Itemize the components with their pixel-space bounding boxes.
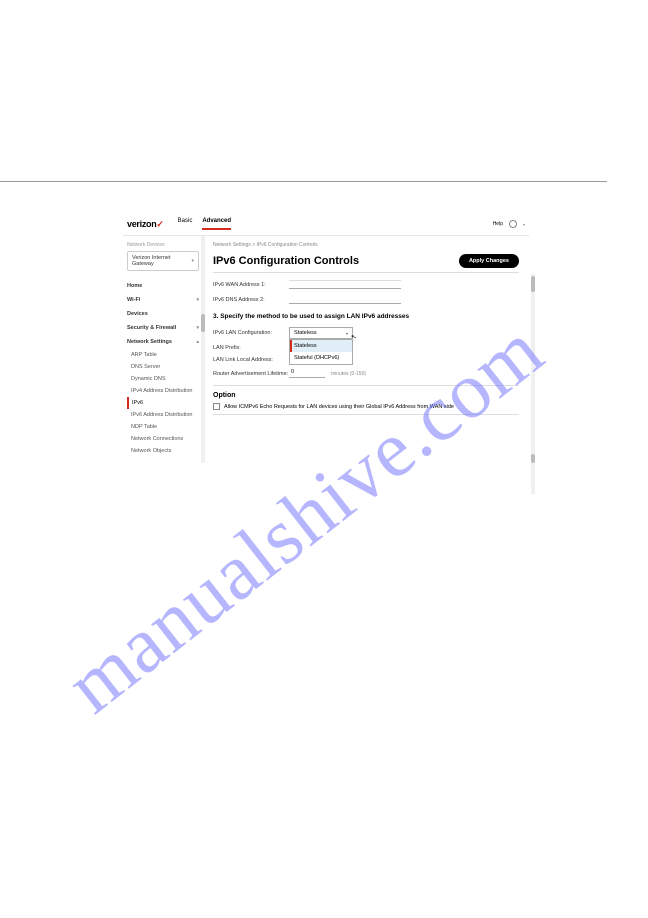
sidebar-sub-ipv4[interactable]: IPv4 Address Distribution [127,385,199,397]
header-tabs: Basic Advanced [178,218,231,230]
dropdown-opt-stateful[interactable]: Stateful (DHCPv6) [290,352,352,364]
sidebar: Network Devices Verizon Internet Gateway… [123,236,203,463]
dropdown-value: Stateless [294,330,317,336]
tab-advanced[interactable]: Advanced [202,218,231,230]
main-content: Network Settings > IPv6 Configuration Co… [203,236,529,463]
sidebar-item-home[interactable]: Home [127,279,199,293]
sidebar-section-label: Network Devices [127,242,199,248]
apply-changes-button[interactable]: Apply Changes [459,254,519,268]
router-admin-screenshot: verizon✓ Basic Advanced Help ▾ Network D… [123,218,529,498]
row-ipv6-addr2: IPv6 DNS Address 2: [213,292,519,307]
page-title: IPv6 Configuration Controls [213,255,359,267]
main-scroll-thumb[interactable] [531,276,535,292]
sidebar-item-network[interactable]: Network Settings▴ [127,335,199,349]
row-lan-config: IPv6 LAN Configuration: Stateless ▾ ↖ St… [213,324,519,342]
router-header: verizon✓ Basic Advanced Help ▾ [123,218,529,236]
divider [213,272,519,273]
breadcrumb: Network Settings > IPv6 Configuration Co… [213,242,519,248]
label-addr1: IPv6 WAN Address 1: [213,282,289,288]
chevron-down-icon: ▾ [346,331,348,336]
lan-config-dropdown[interactable]: Stateless ▾ ↖ Stateless Stateful (DHCPv6… [289,327,353,339]
option-checkbox[interactable] [213,403,220,410]
router-body: Network Devices Verizon Internet Gateway… [123,236,529,463]
sidebar-sub-dns[interactable]: DNS Server [127,361,199,373]
chevron-up-icon: ▴ [196,339,199,345]
chevron-down-icon: ▾ [196,297,199,303]
section-heading-3: 3. Specify the method to be used to assi… [213,313,519,320]
sidebar-sub-ndp[interactable]: NDP Table [127,421,199,433]
divider [213,385,519,386]
label-router-ad: Router Advertisement Lifetime: [213,371,289,377]
input-addr2[interactable] [289,295,401,304]
device-select-value: Verizon Internet Gateway [132,255,191,267]
sidebar-sub-ipv6dist[interactable]: IPv6 Address Distribution [127,409,199,421]
option-heading: Option [213,392,519,399]
gear-icon[interactable] [509,220,517,228]
brand-logo: verizon✓ [127,219,164,230]
device-select[interactable]: Verizon Internet Gateway ▾ [127,251,199,271]
label-lan-config: IPv6 LAN Configuration: [213,330,289,336]
label-router-unit: minutes (0-150) [331,371,366,377]
label-addr2: IPv6 DNS Address 2: [213,297,289,303]
divider [213,414,519,415]
title-row: IPv6 Configuration Controls Apply Change… [213,254,519,268]
row-lan-prefix: LAN Prefix: [213,342,519,354]
sidebar-sub-netconn[interactable]: Network Connections [127,433,199,445]
dropdown-menu: Stateless Stateful (DHCPv6) [289,339,353,365]
sidebar-item-wifi[interactable]: Wi-Fi▾ [127,293,199,307]
chevron-down-icon: ▾ [191,258,194,264]
option-label: Allow ICMPv6 Echo Requests for LAN devic… [224,404,454,410]
input-router-ad[interactable]: 0 [289,369,325,378]
sidebar-item-security[interactable]: Security & Firewall▾ [127,321,199,335]
sidebar-item-devices[interactable]: Devices [127,307,199,321]
dropdown-opt-stateless[interactable]: Stateless [290,340,352,352]
label-lan-prefix: LAN Prefix: [213,345,289,351]
header-right: Help ▾ [493,220,525,228]
row-router-ad: Router Advertisement Lifetime: 0 minutes… [213,366,519,381]
chevron-down-icon: ▾ [196,325,199,331]
tab-basic[interactable]: Basic [178,218,193,230]
label-lan-link: LAN Link Local Address: [213,357,289,363]
sidebar-sub-arp[interactable]: ARP Table [127,349,199,361]
chevron-down-icon: ▾ [523,222,525,227]
help-link[interactable]: Help [493,221,503,227]
option-row: Allow ICMPv6 Echo Requests for LAN devic… [213,403,519,410]
input-addr1[interactable] [289,280,401,289]
dropdown-selected[interactable]: Stateless ▾ [289,327,353,339]
row-lan-link: LAN Link Local Address: [213,354,519,366]
sidebar-sub-ipv6[interactable]: IPv6 [127,397,199,409]
sidebar-sub-netobj[interactable]: Network Objects [127,445,199,457]
page-divider [0,181,607,182]
main-scroll-thumb-bottom[interactable] [531,454,535,463]
row-ipv6-addr1: IPv6 WAN Address 1: [213,277,519,292]
sidebar-sub-ddns[interactable]: Dynamic DNS [127,373,199,385]
